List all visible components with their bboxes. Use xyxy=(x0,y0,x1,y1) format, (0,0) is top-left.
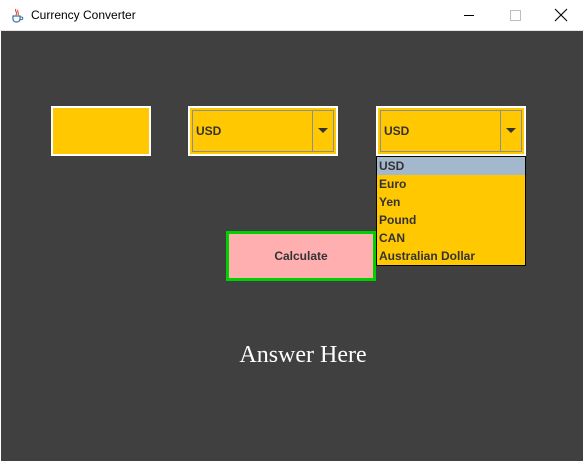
close-icon xyxy=(554,8,568,22)
from-currency-box: USD xyxy=(192,110,334,152)
dropdown-option-australian-dollar[interactable]: Australian Dollar xyxy=(377,247,525,265)
to-currency-dropdown-button[interactable] xyxy=(500,111,521,151)
to-currency-box: USD xyxy=(380,110,522,152)
dropdown-option-yen[interactable]: Yen xyxy=(377,193,525,211)
minimize-icon xyxy=(464,15,474,16)
window-title: Currency Converter xyxy=(31,8,136,22)
from-currency-dropdown-button[interactable] xyxy=(312,111,333,151)
from-currency-select[interactable]: USD xyxy=(188,106,338,156)
dropdown-option-euro[interactable]: Euro xyxy=(377,175,525,193)
chevron-down-icon xyxy=(506,128,516,133)
title-bar: Currency Converter xyxy=(0,0,584,31)
amount-input[interactable] xyxy=(51,106,151,156)
dropdown-option-usd[interactable]: USD xyxy=(377,157,525,175)
maximize-icon xyxy=(510,10,521,21)
dropdown-option-pound[interactable]: Pound xyxy=(377,211,525,229)
java-cup-icon xyxy=(12,8,24,23)
chevron-down-icon xyxy=(318,128,328,133)
to-currency-select[interactable]: USD xyxy=(376,106,526,156)
dropdown-option-can[interactable]: CAN xyxy=(377,229,525,247)
minimize-button[interactable] xyxy=(446,0,492,31)
from-currency-value: USD xyxy=(196,124,222,138)
to-currency-dropdown-list: USD Euro Yen Pound CAN Australian Dollar xyxy=(376,156,526,266)
to-currency-value: USD xyxy=(384,124,410,138)
maximize-button[interactable] xyxy=(492,0,538,31)
answer-label: Answer Here xyxy=(239,342,367,368)
calculate-button[interactable]: Calculate xyxy=(226,231,376,281)
close-button[interactable] xyxy=(538,0,584,31)
content-pane: USD USD USD Euro Yen Pound CAN Australia… xyxy=(1,31,583,461)
